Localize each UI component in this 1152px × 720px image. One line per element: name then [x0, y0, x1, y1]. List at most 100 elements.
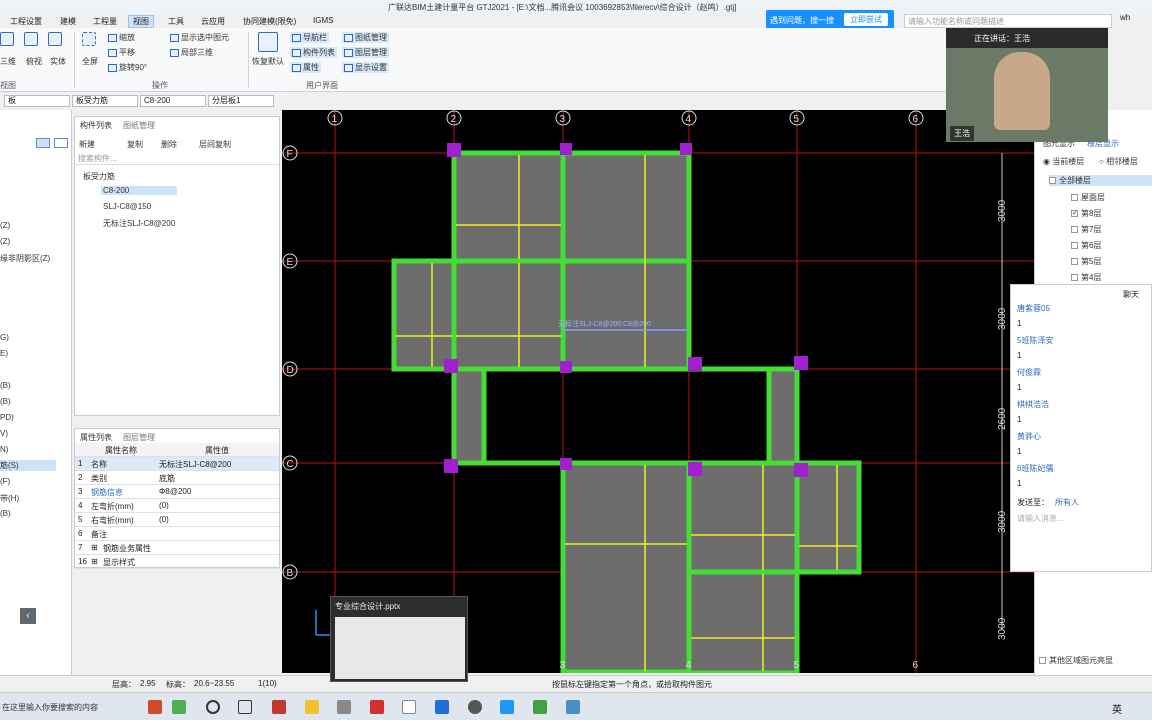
nav-item[interactable]: (Z) — [0, 237, 10, 246]
app-icon[interactable] — [566, 700, 580, 714]
task-view-icon[interactable] — [238, 700, 252, 714]
restore-icon[interactable] — [258, 32, 278, 52]
user-name[interactable]: wh — [1120, 13, 1130, 22]
radio-current-floor[interactable]: ◉ 当前楼层 — [1043, 156, 1084, 167]
help-banner[interactable]: 遇到问题，搜一搜 立即尝试 — [766, 10, 894, 30]
property-row[interactable]: 7 ⊞ 钢筋业务属性 — [75, 541, 279, 555]
nav-item[interactable]: PD) — [0, 413, 14, 422]
all-floors-item[interactable]: 全部楼层 — [1049, 175, 1152, 186]
property-value[interactable]: (0) — [159, 515, 169, 524]
type-select[interactable]: 板 — [4, 95, 70, 107]
component-select[interactable]: C8-200 — [140, 95, 206, 107]
tree-view-icon[interactable] — [54, 138, 68, 148]
layer-select[interactable]: 分层板1 — [208, 95, 274, 107]
properties-button[interactable]: 属性 — [290, 62, 321, 73]
tree-item[interactable]: SLJ-C8@150 — [103, 202, 151, 211]
menu-view[interactable]: 视图 — [128, 15, 154, 28]
floor-item[interactable]: 第6层 — [1071, 240, 1101, 251]
fullscreen-button[interactable]: 全屏 — [82, 56, 98, 67]
pan-button[interactable]: 平移 — [108, 47, 135, 58]
app-icon[interactable] — [500, 700, 514, 714]
show-selected-button[interactable]: 显示选中图元 — [170, 32, 229, 43]
app-icon[interactable] — [148, 700, 162, 714]
app-icon[interactable] — [468, 700, 482, 714]
nav-item[interactable]: G) — [0, 333, 9, 342]
local-3d-button[interactable]: 局部三维 — [170, 47, 213, 58]
tree-item-selected[interactable]: C8-200 — [101, 186, 177, 195]
3d-icon[interactable] — [0, 32, 14, 46]
solid-button[interactable]: 实体 — [50, 56, 66, 67]
expand-icon[interactable]: ⊞ — [91, 557, 98, 566]
component-list-button[interactable]: 构件列表 — [290, 47, 337, 58]
copy-button[interactable]: 复制 — [127, 139, 143, 150]
rotate-button[interactable]: 旋转90° — [108, 62, 147, 73]
property-row[interactable]: 5 右弯折(mm) (0) — [75, 513, 279, 527]
property-row[interactable]: 1 名称 无标注SLJ-C8@200 — [75, 457, 279, 471]
app-icon[interactable] — [337, 700, 351, 714]
send-to-select[interactable]: 所有人 — [1055, 497, 1079, 508]
function-search-input[interactable]: 请输入功能名称或问题描述 — [904, 14, 1112, 28]
property-row[interactable]: 3 钢筋信息 Φ8@200 — [75, 485, 279, 499]
floor-item[interactable]: 第7层 — [1071, 224, 1101, 235]
floor-item[interactable]: 屋面层 — [1071, 192, 1105, 203]
property-row[interactable]: 2 类别 底筋 — [75, 471, 279, 485]
drawing-canvas[interactable]: 1 2 3 4 5 6 F E D C B 3 4 5 6 3000 3000 … — [282, 110, 1034, 673]
list-view-icon[interactable] — [36, 138, 50, 148]
zoom-button[interactable]: 缩放 — [108, 32, 135, 43]
highlight-other-checkbox[interactable]: 其他区域图元亮显 — [1039, 655, 1113, 666]
subtype-select[interactable]: 板受力筋 — [72, 95, 138, 107]
nav-item[interactable]: V) — [0, 429, 8, 438]
display-settings-button[interactable]: 显示设置 — [342, 62, 389, 73]
3d-button[interactable]: 三维 — [0, 56, 16, 67]
floor-item[interactable]: 第5层 — [1071, 256, 1101, 267]
drawing-manage-button[interactable]: 图纸管理 — [342, 32, 389, 43]
tab-component-list[interactable]: 构件列表 — [80, 120, 112, 131]
tab-properties[interactable]: 属性列表 — [80, 432, 112, 443]
wechat-icon[interactable] — [533, 700, 547, 714]
app-icon[interactable] — [172, 700, 186, 714]
nav-bar-button[interactable]: 导航栏 — [290, 32, 329, 43]
nav-item[interactable]: (B) — [0, 381, 11, 390]
property-value[interactable]: (0) — [159, 501, 169, 510]
tab-layer-manage[interactable]: 图层管理 — [123, 432, 155, 443]
folder-icon[interactable] — [305, 700, 319, 714]
top-view-icon[interactable] — [24, 32, 38, 46]
expand-icon[interactable]: ⊞ — [91, 543, 98, 552]
ime-indicator[interactable]: 英 — [1112, 701, 1122, 716]
nav-item-selected[interactable]: 筋(S) — [0, 460, 56, 471]
component-search-input[interactable]: 搜索构件... — [75, 153, 279, 165]
property-row[interactable]: 6 备注 — [75, 527, 279, 541]
tree-item[interactable]: 无标注SLJ-C8@200 — [103, 218, 175, 229]
nav-item[interactable]: N) — [0, 445, 8, 454]
floor-item[interactable]: ✓ 第8层 — [1071, 208, 1101, 219]
nav-item[interactable]: (B) — [0, 509, 11, 518]
menu-tools[interactable]: 工具 — [168, 16, 184, 27]
fullscreen-icon[interactable] — [82, 32, 96, 46]
delete-button[interactable]: 删除 — [161, 139, 177, 150]
nav-item[interactable]: E) — [0, 349, 8, 358]
floor-item[interactable]: 第4层 — [1071, 272, 1101, 283]
taskbar-search[interactable]: 在这里输入你要搜索的内容 — [2, 702, 98, 713]
tab-drawing-manage[interactable]: 图纸管理 — [123, 120, 155, 131]
nav-item[interactable]: 缘非阴影区(Z) — [0, 253, 50, 264]
app-icon[interactable] — [272, 700, 286, 714]
property-row[interactable]: 16 ⊞ 显示样式 — [75, 555, 279, 569]
menu-cloud[interactable]: 云应用 — [201, 16, 225, 27]
menu-modeling[interactable]: 建模 — [60, 16, 76, 27]
radio-adjacent-floor[interactable]: ○ 相邻楼层 — [1099, 156, 1138, 167]
layer-copy-button[interactable]: 层间复制 — [199, 139, 231, 150]
menu-igms[interactable]: IGMS — [313, 16, 333, 25]
nav-item[interactable]: (Z) — [0, 221, 10, 230]
menu-project-settings[interactable]: 工程设置 — [10, 16, 42, 27]
wps-icon[interactable] — [370, 700, 384, 714]
nav-item[interactable]: (B) — [0, 397, 11, 406]
document-icon[interactable] — [402, 700, 416, 714]
nav-item[interactable]: 带(H) — [0, 493, 19, 504]
layer-manage-button[interactable]: 图层管理 — [342, 47, 389, 58]
try-now-button[interactable]: 立即尝试 — [844, 13, 888, 26]
property-value[interactable]: Φ8@200 — [159, 487, 191, 496]
tree-root[interactable]: 板受力筋 — [83, 171, 115, 182]
menu-quantity[interactable]: 工程量 — [93, 16, 117, 27]
menu-collab[interactable]: 协同建模(限免) — [243, 16, 296, 27]
top-view-button[interactable]: 俯视 — [26, 56, 42, 67]
